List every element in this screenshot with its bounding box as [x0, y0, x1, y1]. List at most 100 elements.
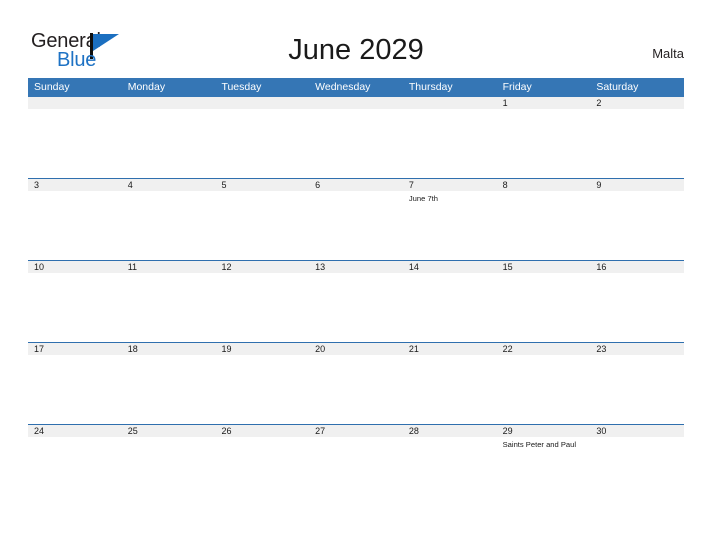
day-cell[interactable] — [497, 355, 591, 424]
day-cell[interactable] — [309, 437, 403, 506]
day-cell[interactable]: Saints Peter and Paul — [497, 437, 591, 506]
day-cell[interactable] — [215, 191, 309, 260]
day-cell[interactable] — [309, 109, 403, 178]
week-event-band: Saints Peter and Paul — [28, 437, 684, 506]
day-number[interactable]: 18 — [122, 343, 216, 355]
calendar-page: General Blue June 2029 Malta Sunday Monda… — [0, 0, 712, 550]
calendar-weeks: 1 2 3 4 5 6 7 8 9 June 7th 10 11 12 13 14 15 16 17 18 19 20 2… — [28, 97, 684, 506]
day-cell[interactable] — [309, 273, 403, 342]
day-number[interactable]: 13 — [309, 261, 403, 273]
day-number[interactable]: 17 — [28, 343, 122, 355]
day-number-empty — [122, 97, 216, 109]
day-cell[interactable] — [590, 109, 684, 178]
calendar-grid: Sunday Monday Tuesday Wednesday Thursday Frid… — [28, 78, 684, 506]
day-number[interactable]: 5 — [215, 179, 309, 191]
day-number[interactable]: 16 — [590, 261, 684, 273]
day-number-empty — [215, 97, 309, 109]
day-number[interactable]: 25 — [122, 425, 216, 437]
day-cell[interactable] — [28, 273, 122, 342]
day-cell[interactable] — [215, 437, 309, 506]
day-number[interactable]: 15 — [497, 261, 591, 273]
day-cell[interactable] — [590, 273, 684, 342]
calendar-week-row: 24 25 26 27 28 29 30 Saints Peter and Paul — [28, 424, 684, 506]
day-number[interactable]: 3 — [28, 179, 122, 191]
day-cell[interactable] — [215, 109, 309, 178]
day-cell[interactable] — [403, 109, 497, 178]
day-number[interactable]: 11 — [122, 261, 216, 273]
day-cell[interactable] — [28, 437, 122, 506]
day-number[interactable]: 27 — [309, 425, 403, 437]
day-number-empty — [309, 97, 403, 109]
weekday-header-monday: Monday — [127, 81, 166, 93]
weekday-header-row: Sunday Monday Tuesday Wednesday Thursday Frid… — [28, 78, 684, 97]
day-cell[interactable] — [497, 191, 591, 260]
day-number[interactable]: 2 — [590, 97, 684, 109]
calendar-week-row: 3 4 5 6 7 8 9 June 7th — [28, 178, 684, 260]
day-cell[interactable] — [403, 355, 497, 424]
day-cell[interactable] — [309, 355, 403, 424]
day-cell[interactable] — [590, 355, 684, 424]
day-cell[interactable] — [28, 355, 122, 424]
weekday-header-saturday: Saturday — [596, 81, 639, 93]
week-daynumber-band: 3456789 — [28, 179, 684, 191]
day-number-empty — [28, 97, 122, 109]
day-number[interactable]: 20 — [309, 343, 403, 355]
day-cell[interactable] — [215, 355, 309, 424]
page-title: June 2029 — [288, 34, 424, 66]
day-cell[interactable] — [590, 437, 684, 506]
day-number[interactable]: 6 — [309, 179, 403, 191]
day-cell[interactable] — [497, 273, 591, 342]
day-number[interactable]: 29 — [497, 425, 591, 437]
day-number[interactable]: 8 — [497, 179, 591, 191]
week-daynumber-band: 10 11 12 13 14 15 16 — [28, 261, 684, 273]
day-number[interactable]: 4 — [122, 179, 216, 191]
day-number[interactable]: 19 — [215, 343, 309, 355]
day-cell[interactable] — [122, 355, 216, 424]
day-cell[interactable] — [122, 273, 216, 342]
weekday-header-wednesday: Wednesday — [315, 81, 371, 93]
week-event-band — [28, 273, 684, 342]
day-number[interactable]: 30 — [590, 425, 684, 437]
calendar-week-row: 17 18 19 20 21 22 23 — [28, 342, 684, 424]
calendar-week-row: 12 — [28, 97, 684, 178]
day-cell[interactable] — [28, 109, 122, 178]
calendar-week-row: 10 11 12 13 14 15 16 — [28, 260, 684, 342]
weekday-header-thursday: Thursday — [408, 81, 453, 93]
day-number[interactable]: 22 — [497, 343, 591, 355]
day-number[interactable]: 28 — [403, 425, 497, 437]
day-cell[interactable] — [590, 191, 684, 260]
day-number[interactable]: 26 — [215, 425, 309, 437]
day-cell[interactable] — [122, 109, 216, 178]
weekday-header-tuesday: Tuesday — [221, 81, 262, 93]
day-cell[interactable]: June 7th — [403, 191, 497, 260]
day-cell[interactable] — [497, 109, 591, 178]
day-event: Saints Peter and Paul — [502, 440, 577, 449]
day-cell[interactable] — [309, 191, 403, 260]
day-cell[interactable] — [403, 273, 497, 342]
day-event: June 7th — [408, 194, 439, 203]
day-number[interactable]: 24 — [28, 425, 122, 437]
day-number[interactable]: 21 — [403, 343, 497, 355]
weekday-header-sunday: Sunday — [34, 81, 70, 93]
week-event-band — [28, 355, 684, 424]
day-number-empty — [403, 97, 497, 109]
day-number[interactable]: 9 — [590, 179, 684, 191]
page-header: General Blue June 2029 Malta — [0, 0, 712, 78]
day-cell[interactable] — [28, 191, 122, 260]
week-daynumber-band: 24 25 26 27 28 29 30 — [28, 425, 684, 437]
day-cell[interactable] — [122, 191, 216, 260]
day-number[interactable]: 12 — [215, 261, 309, 273]
day-number[interactable]: 23 — [590, 343, 684, 355]
week-daynumber-band: 12 — [28, 97, 684, 109]
weekday-header-friday: Friday — [502, 81, 532, 93]
week-event-band: June 7th — [28, 191, 684, 260]
day-number[interactable]: 7 — [403, 179, 497, 191]
day-number[interactable]: 10 — [28, 261, 122, 273]
day-cell[interactable] — [403, 437, 497, 506]
day-cell[interactable] — [215, 273, 309, 342]
day-number[interactable]: 14 — [403, 261, 497, 273]
day-cell[interactable] — [122, 437, 216, 506]
day-number[interactable]: 1 — [497, 97, 591, 109]
week-daynumber-band: 17 18 19 20 21 22 23 — [28, 343, 684, 355]
country-label: Malta — [652, 46, 684, 61]
